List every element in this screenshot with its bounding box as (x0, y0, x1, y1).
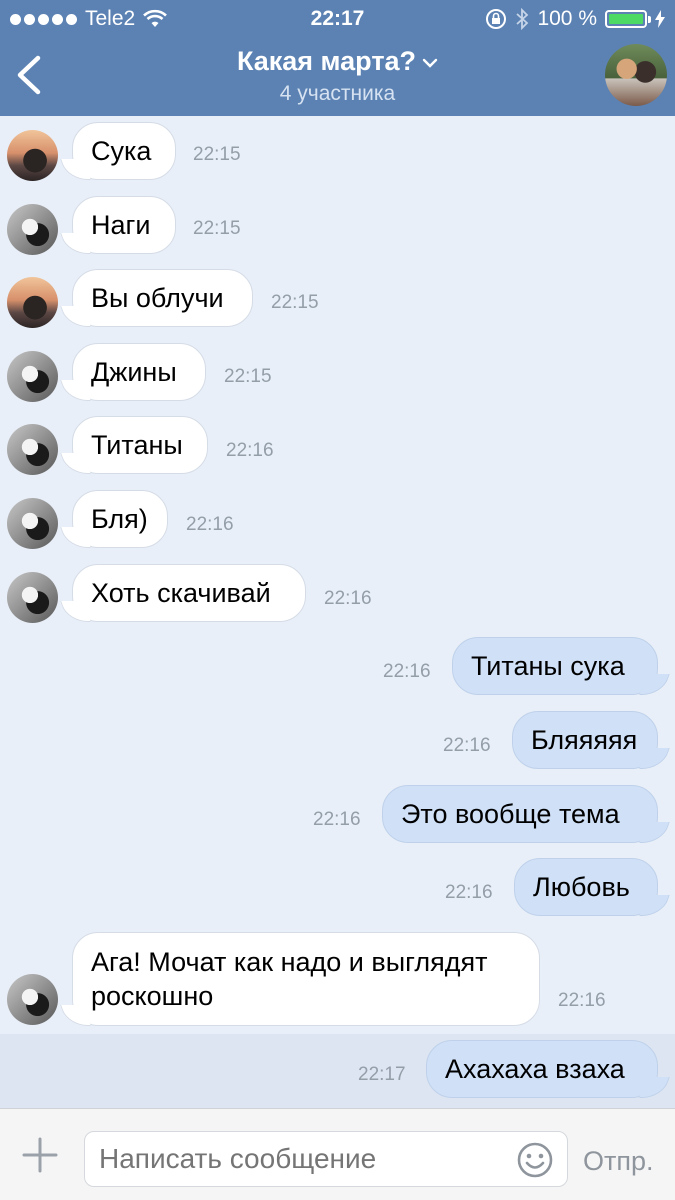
message-time: 22:15 (193, 144, 241, 165)
message-time: 22:16 (186, 514, 234, 535)
message-time: 22:16 (313, 809, 361, 830)
message-text: Любовь (533, 872, 630, 902)
nav-bar: Какая марта? 4 участника (0, 38, 675, 116)
avatar[interactable] (7, 351, 58, 402)
message-text: Бля) (91, 504, 148, 534)
message-bubble-incoming[interactable]: Наги (72, 196, 176, 254)
message-time: 22:16 (324, 588, 372, 609)
message-bubble-incoming[interactable]: Джины (72, 343, 206, 401)
avatar[interactable] (7, 572, 58, 623)
chat-title[interactable]: Какая марта? (0, 46, 675, 77)
avatar[interactable] (7, 204, 58, 255)
message-time: 22:16 (383, 661, 431, 682)
send-button[interactable]: Отпр. (583, 1146, 654, 1177)
message-text: Вы облучи (91, 283, 224, 313)
message-text: Титаны (91, 430, 183, 460)
avatar[interactable] (7, 130, 58, 181)
message-time: 22:15 (271, 292, 319, 313)
message-bubble-outgoing[interactable]: Любовь (514, 858, 658, 916)
chat-avatar[interactable] (605, 44, 667, 106)
message-input[interactable] (84, 1131, 568, 1187)
message-time: 22:16 (445, 882, 493, 903)
message-text: Ага! Мочат как надо и выглядят роскошно (91, 947, 488, 1011)
message-text: Титаны сука (471, 651, 625, 681)
message-time: 22:16 (443, 735, 491, 756)
message-bubble-outgoing[interactable]: Бляяяяя (512, 711, 658, 769)
message-bubble-outgoing[interactable]: Ахахаха взаха (426, 1040, 658, 1098)
message-text: Ахахаха взаха (445, 1054, 625, 1084)
avatar[interactable] (7, 498, 58, 549)
message-time: 22:15 (224, 366, 272, 387)
lock-rotation-icon (486, 9, 507, 29)
message-bubble-outgoing[interactable]: Титаны сука (452, 637, 658, 695)
message-text: Наги (91, 210, 151, 240)
status-bar: Tele2 22:17 100 % (0, 0, 675, 38)
message-bubble-incoming[interactable]: Сука (72, 122, 176, 180)
message-text: Бляяяяя (531, 725, 638, 755)
chevron-down-icon (422, 58, 438, 68)
message-time: 22:15 (193, 218, 241, 239)
message-bubble-incoming[interactable]: Ага! Мочат как надо и выглядят роскошно (72, 932, 540, 1026)
message-bubble-incoming[interactable]: Титаны (72, 416, 208, 474)
status-right: 100 % (485, 7, 665, 31)
chat-title-text: Какая марта? (236, 46, 417, 76)
battery-percent: 100 % (537, 7, 597, 30)
message-text: Это вообще тема (401, 799, 620, 829)
chat-subtitle: 4 участника (279, 82, 396, 105)
bluetooth-icon (516, 8, 529, 30)
message-text: Сука (91, 136, 152, 166)
avatar[interactable] (7, 424, 58, 475)
message-time: 22:17 (358, 1064, 406, 1085)
charging-icon (655, 10, 665, 28)
avatar[interactable] (7, 277, 58, 328)
avatar[interactable] (7, 974, 58, 1025)
plus-icon[interactable] (22, 1137, 58, 1173)
message-time: 22:16 (558, 990, 606, 1011)
composer-bar: Отпр. (0, 1108, 675, 1200)
battery-icon (605, 10, 651, 28)
message-bubble-incoming[interactable]: Бля) (72, 490, 168, 548)
smiley-icon[interactable] (516, 1141, 554, 1179)
message-bubble-incoming[interactable]: Вы облучи (72, 269, 253, 327)
message-time: 22:16 (226, 440, 274, 461)
message-list[interactable]: Сука 22:15 Наги 22:15 Вы облучи 22:15 Дж… (0, 116, 675, 1108)
message-bubble-incoming[interactable]: Хоть скачивай (72, 564, 306, 622)
message-bubble-outgoing[interactable]: Это вообще тема (382, 785, 658, 843)
message-text: Джины (91, 357, 177, 387)
message-text: Хоть скачивай (91, 578, 271, 608)
